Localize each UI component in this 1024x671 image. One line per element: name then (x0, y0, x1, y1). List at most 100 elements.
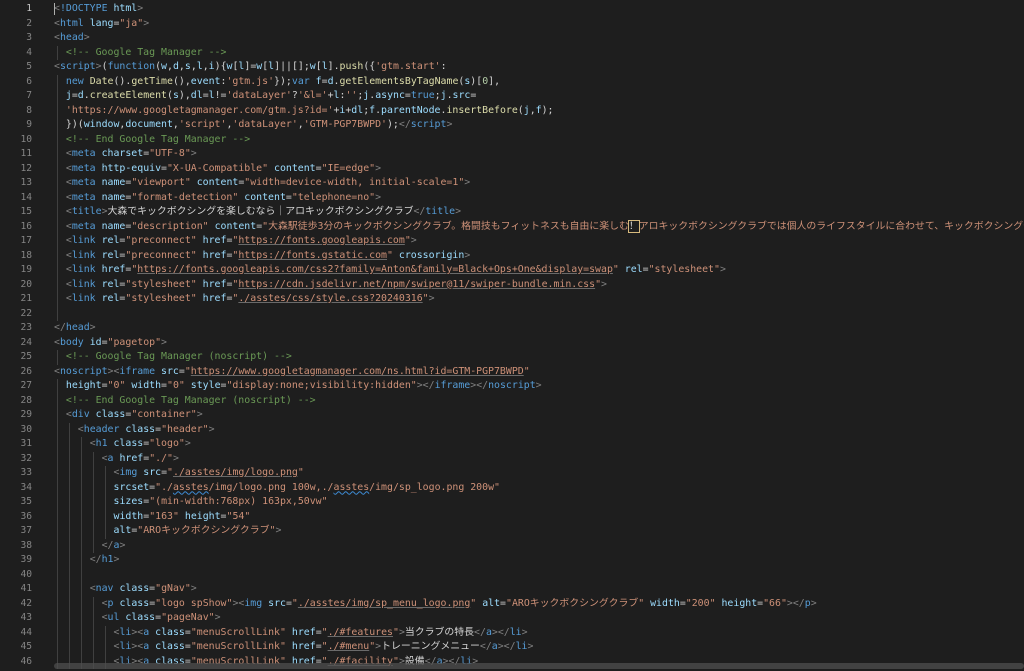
code-token: </ (479, 641, 492, 652)
code-line: <link rel="stylesheet" href="https://cdn… (66, 278, 607, 293)
code-token: width (113, 510, 144, 522)
code-token: noscript (488, 380, 536, 391)
code-token: <!-- Google Tag Manager --> (65, 46, 227, 58)
indent-guide (92, 596, 94, 669)
code-token: link (71, 278, 96, 290)
code-line: <img src="./asstes/img/logo.png" (114, 466, 304, 481)
line-number: 45 (20, 641, 32, 652)
code-token: </ (89, 554, 102, 565)
code-line: <h1 class="logo"> (90, 437, 191, 452)
code-token: https://fonts.gstatic.com (238, 249, 387, 261)
code-token: > (196, 409, 203, 420)
code-line: </head> (54, 321, 96, 336)
code-token: '&l=' (297, 90, 328, 101)
line-number: 28 (20, 394, 32, 406)
line-number: 34 (20, 481, 32, 493)
code-line: <div class="container"> (66, 408, 203, 423)
code-token: crossorigin (398, 249, 465, 261)
line-number: 18 (20, 249, 32, 261)
code-line: <header class="header"> (78, 423, 215, 438)
code-line: new Date().getTime(),event:'gtm.js'});va… (66, 75, 500, 90)
code-editor[interactable]: 1 2 3 4 5 6 7 8 9 10 11 12 13 14 15 16 17 18 19 20 21 22 23 24 2… (0, 0, 1024, 671)
code-token: window (83, 119, 120, 130)
code-token: > (464, 177, 471, 188)
code-line: <!-- Google Tag Manager --> (66, 46, 227, 61)
code-token: ></ (470, 380, 489, 391)
indent-guide (57, 74, 58, 321)
code-token: document (125, 119, 173, 130)
line-number: 10 (20, 133, 32, 145)
line-number: 4 (26, 46, 32, 58)
code-line: <nav class="gNav"> (90, 582, 197, 597)
line-number: 32 (20, 452, 32, 464)
code-token: > (527, 641, 534, 652)
code-line: srcset="./asstes/img/logo.png 100w,./ass… (114, 481, 500, 496)
code-token: "gNav" (155, 583, 191, 594)
code-token: name (101, 177, 126, 188)
code-token: <!-- Google Tag Manager (noscript) --> (65, 351, 292, 362)
code-token: content (214, 220, 257, 232)
code-token: "X-UA-Compatible" (166, 162, 269, 174)
line-number: 37 (20, 525, 32, 536)
code-token: title (425, 206, 456, 217)
line-number: 27 (20, 380, 32, 391)
code-token: href (202, 249, 227, 261)
code-token: > (428, 293, 435, 304)
line-number: 16 (20, 220, 32, 232)
code-token: 'GTM-PGP7BWPD' (303, 119, 387, 130)
code-token: lang (89, 17, 114, 29)
code-line: <link href="https://fonts.googleapis.com… (66, 263, 726, 278)
code-token: href (291, 626, 316, 638)
code-token: href (202, 235, 227, 246)
code-token: "pagetop" (107, 336, 162, 348)
code-token: > (119, 539, 126, 551)
code-token: "logo" (149, 438, 185, 449)
line-number: 17 (20, 235, 32, 246)
code-token: href (119, 452, 144, 464)
code-token: alt (482, 597, 501, 609)
code-token: "66" (763, 597, 787, 609)
line-number: 44 (20, 626, 32, 638)
code-token: >< (107, 365, 120, 377)
code-token: >< (232, 597, 245, 609)
code-token: ), (178, 90, 191, 101)
code-token: height (65, 380, 102, 391)
code-token: >< (131, 626, 144, 638)
code-token: class (113, 438, 144, 449)
code-token: parentNode (381, 104, 441, 116)
code-area[interactable]: <!DOCTYPE html> <html lang="ja"> <head> <!-… (54, 0, 1024, 671)
code-token: ./asstes/img/sp_menu_logo.png (297, 597, 471, 609)
code-line: <li><a class="menuScrollLink" href="./#m… (114, 640, 534, 655)
code-token: "./ (155, 481, 173, 493)
code-token: "preconnect" (125, 249, 197, 261)
code-token: (), (172, 75, 191, 87)
code-token: > (161, 336, 167, 348)
line-number: 1 (26, 3, 32, 14)
line-number: 19 (20, 264, 32, 275)
code-token: ></ (786, 597, 805, 609)
code-token: meta (71, 148, 96, 159)
code-token: "AROキックボクシングクラブ" (137, 525, 276, 536)
code-token: '' (345, 90, 358, 101)
code-token: rel (101, 293, 120, 304)
code-token: ]. (327, 61, 340, 72)
code-token: getTime (131, 75, 173, 87)
code-token: alt (113, 525, 132, 536)
code-token: "54" (226, 510, 251, 522)
code-token: meta (71, 162, 96, 174)
line-number: 46 (20, 655, 32, 667)
code-token: asstes (172, 481, 209, 493)
code-token: > (810, 597, 817, 609)
code-token: li (119, 626, 132, 638)
code-token: div (71, 409, 90, 420)
code-token: ></ (497, 641, 516, 652)
code-token: link (71, 235, 96, 246)
code-token: </ (474, 626, 486, 638)
code-token: ./#menu (327, 641, 370, 652)
code-line: <!-- End Google Tag Manager (noscript) -… (66, 394, 316, 409)
code-token: > (113, 554, 120, 565)
horizontal-scrollbar[interactable] (54, 663, 1024, 669)
code-token: srcset (113, 481, 150, 493)
code-token: img (119, 467, 138, 478)
text-cursor (54, 3, 55, 15)
